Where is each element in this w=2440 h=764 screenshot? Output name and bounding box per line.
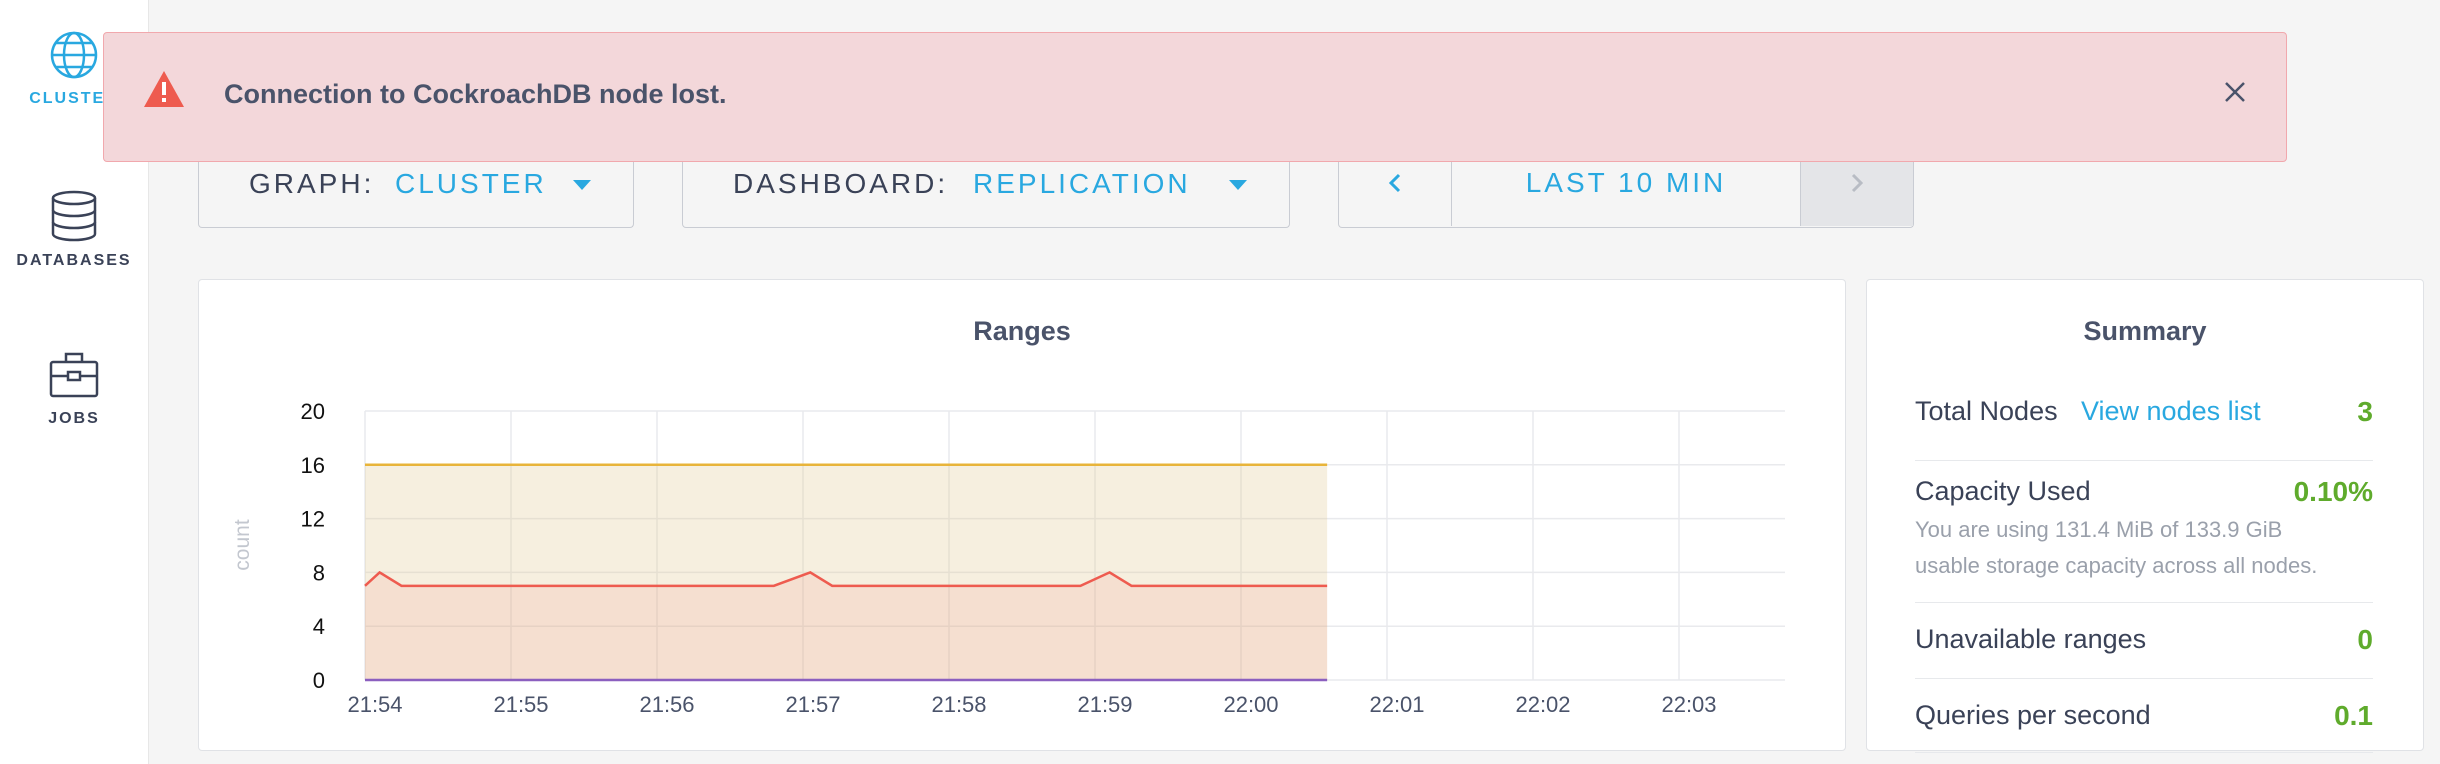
unavailable-ranges-label: Unavailable ranges (1915, 624, 2147, 654)
y-tick-label: 12 (301, 507, 325, 532)
total-nodes-row: Total Nodes View nodes list 3 (1915, 392, 2373, 461)
sidebar-item-label: DATABASES (16, 252, 132, 269)
ranges-chart-card: Ranges count 0 4 8 12 16 20 21:54 21:55 21:56 21:… (198, 279, 1846, 751)
y-tick-label: 20 (301, 399, 325, 424)
database-icon (51, 190, 97, 242)
connection-lost-alert: Connection to CockroachDB node lost. (103, 32, 2287, 162)
series-area (365, 572, 1328, 680)
y-tick-label: 16 (301, 453, 325, 478)
unavailable-ranges-value: 0 (2357, 624, 2373, 655)
y-axis-label: count (231, 519, 254, 571)
x-tick-label: 22:02 (1515, 692, 1570, 717)
summary-card: Summary Total Nodes View nodes list 3 Ca… (1866, 279, 2424, 753)
total-nodes-value: 3 (2357, 396, 2373, 427)
qps-value: 0.1 (2334, 700, 2373, 731)
capacity-used-value: 0.10% (2293, 476, 2373, 507)
ranges-chart: count 0 4 8 12 16 20 21:54 21:55 21:56 21:57 21:58… (231, 399, 1785, 717)
capacity-desc-line1: You are using 131.4 MiB of 133.9 GiB (1915, 517, 2283, 542)
total-nodes-label: Total Nodes (1915, 396, 2058, 426)
sidebar-item-jobs[interactable]: JOBS (0, 350, 148, 428)
capacity-used-row: Capacity Used 0.10% You are using 131.4 … (1915, 476, 2373, 603)
x-tick-label: 22:03 (1661, 692, 1716, 717)
x-tick-label: 21:57 (785, 692, 840, 717)
x-tick-label: 21:58 (931, 692, 986, 717)
close-icon[interactable] (2222, 79, 2248, 105)
qps-label: Queries per second (1915, 700, 2151, 730)
x-tick-label: 22:01 (1369, 692, 1424, 717)
x-tick-label: 21:54 (347, 692, 402, 717)
view-nodes-link[interactable]: View nodes list (2081, 396, 2261, 427)
y-tick-label: 8 (313, 560, 325, 585)
x-tick-label: 21:55 (493, 692, 548, 717)
capacity-used-label: Capacity Used (1915, 476, 2091, 506)
alert-message: Connection to CockroachDB node lost. (224, 79, 727, 109)
sidebar-item-databases[interactable]: DATABASES (0, 190, 148, 270)
y-tick-label: 0 (313, 668, 325, 693)
capacity-desc-line2: usable storage capacity across all nodes… (1915, 553, 2318, 578)
globe-icon (50, 31, 98, 79)
warning-icon (144, 71, 184, 107)
x-tick-label: 21:56 (639, 692, 694, 717)
summary-title: Summary (2083, 316, 2207, 346)
sidebar-item-label: JOBS (48, 410, 100, 427)
unavailable-ranges-row: Unavailable ranges 0 (1915, 612, 2373, 679)
chevron-down-icon (1229, 180, 1247, 190)
briefcase-icon (49, 352, 99, 398)
chevron-down-icon (573, 180, 591, 190)
x-tick-label: 21:59 (1077, 692, 1132, 717)
x-tick-label: 22:00 (1223, 692, 1278, 717)
qps-row: Queries per second 0.1 (1915, 690, 2373, 753)
y-tick-label: 4 (313, 614, 325, 639)
